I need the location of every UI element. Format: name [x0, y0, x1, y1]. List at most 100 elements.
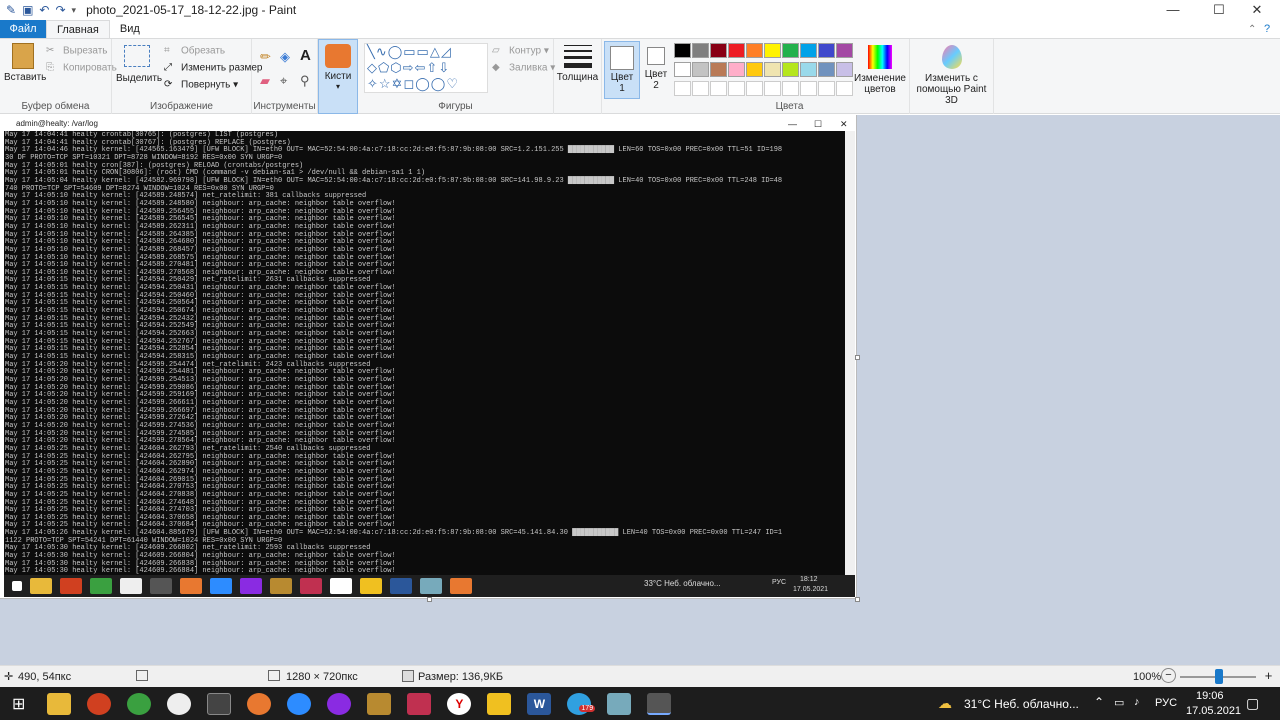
resize-handle-corner[interactable] [855, 597, 860, 602]
app-icon[interactable] [87, 692, 112, 715]
color-swatch[interactable] [692, 62, 709, 77]
color-swatch[interactable] [818, 43, 835, 58]
app-icon[interactable] [407, 692, 432, 715]
custom-color-swatch[interactable] [782, 81, 799, 96]
color-swatch[interactable] [674, 43, 691, 58]
resize-handle-right[interactable] [855, 355, 860, 360]
word-icon[interactable]: W [527, 692, 552, 715]
color1-button[interactable]: Цвет 1 [604, 41, 640, 99]
color-swatch[interactable] [818, 62, 835, 77]
outline-button[interactable]: ▱ Контур ▾ [492, 45, 549, 57]
select-button[interactable]: Выделить [116, 45, 162, 84]
redo-icon[interactable]: ↷ [55, 3, 65, 17]
app-icon[interactable] [367, 692, 392, 715]
app-icon[interactable] [247, 692, 272, 715]
terminal-icon[interactable] [207, 692, 232, 715]
color-swatch[interactable] [692, 43, 709, 58]
pencil-icon[interactable]: ✏ [260, 49, 271, 65]
custom-color-swatch[interactable] [764, 81, 781, 96]
paste-button[interactable]: Вставить [4, 43, 46, 83]
fill-icon[interactable]: ◈ [280, 49, 290, 65]
text-icon[interactable]: A [300, 47, 311, 64]
tab-view[interactable]: Вид [110, 20, 150, 38]
zoom-in-button[interactable]: + [1261, 668, 1276, 683]
crop-button[interactable]: ⌗ Обрезать [164, 45, 225, 57]
volume-icon[interactable]: ♪ [1134, 696, 1140, 708]
torrent-icon[interactable] [127, 692, 152, 715]
yandex-browser-icon[interactable]: Y [447, 692, 472, 715]
show-hidden-icons-icon[interactable]: ⌃ [1094, 695, 1104, 709]
color-swatch[interactable] [836, 62, 853, 77]
app-icon[interactable] [167, 692, 192, 715]
clock-time[interactable]: 19:06 [1196, 690, 1224, 702]
custom-color-swatch[interactable] [818, 81, 835, 96]
custom-color-swatch[interactable] [746, 81, 763, 96]
shapes-gallery[interactable]: ╲∿◯▭▭△◿ ◇⬠⬡⇨⇦⇧⇩ ✧☆✡◻◯◯♡ [364, 43, 488, 93]
resize-icon: ⤢ [164, 62, 172, 73]
close-button[interactable]: ✕ [1234, 0, 1280, 20]
resize-button[interactable]: ⤢ Изменить размер [164, 62, 262, 74]
save-icon[interactable]: ▣ [22, 3, 33, 17]
color-picker-icon[interactable]: ⌖ [280, 73, 287, 89]
color-swatch[interactable] [800, 62, 817, 77]
language-indicator[interactable]: РУС [1155, 697, 1177, 709]
sticky-notes-icon[interactable] [487, 692, 512, 715]
color-swatch[interactable] [800, 43, 817, 58]
rotate-button[interactable]: ⟳ Повернуть ▾ [164, 79, 238, 91]
custom-color-swatch[interactable] [710, 81, 727, 96]
color-swatch[interactable] [782, 62, 799, 77]
notifications-icon[interactable]: ▢ [1246, 695, 1259, 712]
color-swatch[interactable] [674, 62, 691, 77]
zoom-app-icon[interactable] [287, 692, 312, 715]
size-button[interactable]: Толщина [554, 39, 602, 114]
zoom-slider-thumb[interactable] [1215, 669, 1223, 684]
paint-taskbar-icon[interactable] [647, 692, 672, 715]
network-icon[interactable]: ▭ [1114, 696, 1124, 709]
resize-handle-bottom[interactable] [427, 597, 432, 602]
app-icon[interactable] [327, 692, 352, 715]
brushes-button[interactable]: Кисти ▾ [318, 39, 358, 114]
color-swatch[interactable] [710, 43, 727, 58]
color-swatch[interactable] [746, 43, 763, 58]
copy-button[interactable]: ⎘ Копировать [46, 62, 117, 74]
app-icon[interactable] [607, 692, 632, 715]
start-icon[interactable]: ⊞ [12, 694, 25, 714]
color-swatch[interactable] [764, 62, 781, 77]
custom-color-swatch[interactable] [674, 81, 691, 96]
tab-home[interactable]: Главная [46, 20, 110, 38]
cut-button[interactable]: ✂ Вырезать [46, 45, 107, 57]
zoom-out-button[interactable]: − [1161, 668, 1176, 683]
collapse-ribbon-icon[interactable]: ⌃ [1248, 24, 1256, 35]
color-swatch[interactable] [764, 43, 781, 58]
color2-button[interactable]: Цвет 2 [642, 39, 670, 114]
custom-color-swatch[interactable] [692, 81, 709, 96]
eraser-icon[interactable]: ▰ [260, 73, 270, 89]
image-canvas[interactable]: admin@healty: /var/log — ☐ ✕ May 17 14:0… [0, 115, 857, 599]
color-swatch[interactable] [782, 43, 799, 58]
color-swatch[interactable] [710, 62, 727, 77]
custom-color-swatch[interactable] [728, 81, 745, 96]
color-swatch[interactable] [746, 62, 763, 77]
weather-text[interactable]: 31°C Неб. облачно... [964, 697, 1079, 711]
color-swatch[interactable] [836, 43, 853, 58]
quick-access-dropdown-icon[interactable]: ▾ [72, 5, 77, 16]
fill-button[interactable]: ◆ Заливка ▾ [492, 62, 555, 74]
undo-icon[interactable]: ↶ [39, 3, 49, 17]
photo-weather: 33°C Неб. облачно... [644, 579, 721, 588]
edit-colors-button[interactable]: Изменение цветов [852, 45, 908, 95]
magnifier-icon[interactable]: ⚲ [300, 73, 310, 89]
telegram-icon[interactable]: 179 [567, 692, 596, 715]
photo-terminal-icon [150, 578, 172, 594]
color-swatch[interactable] [728, 43, 745, 58]
tab-file[interactable]: Файл [0, 20, 46, 38]
custom-color-swatch[interactable] [800, 81, 817, 96]
file-explorer-icon[interactable] [47, 692, 72, 715]
minimize-button[interactable]: — [1150, 0, 1196, 20]
clock-date[interactable]: 17.05.2021 [1186, 705, 1241, 717]
custom-color-swatch[interactable] [836, 81, 853, 96]
paint3d-button[interactable]: Изменить с помощью Paint 3D [910, 39, 994, 114]
help-icon[interactable]: ? [1264, 23, 1270, 35]
color-swatch[interactable] [728, 62, 745, 77]
weather-icon[interactable]: ☁ [938, 695, 952, 712]
file-size: Размер: 136,9КБ [418, 671, 504, 683]
